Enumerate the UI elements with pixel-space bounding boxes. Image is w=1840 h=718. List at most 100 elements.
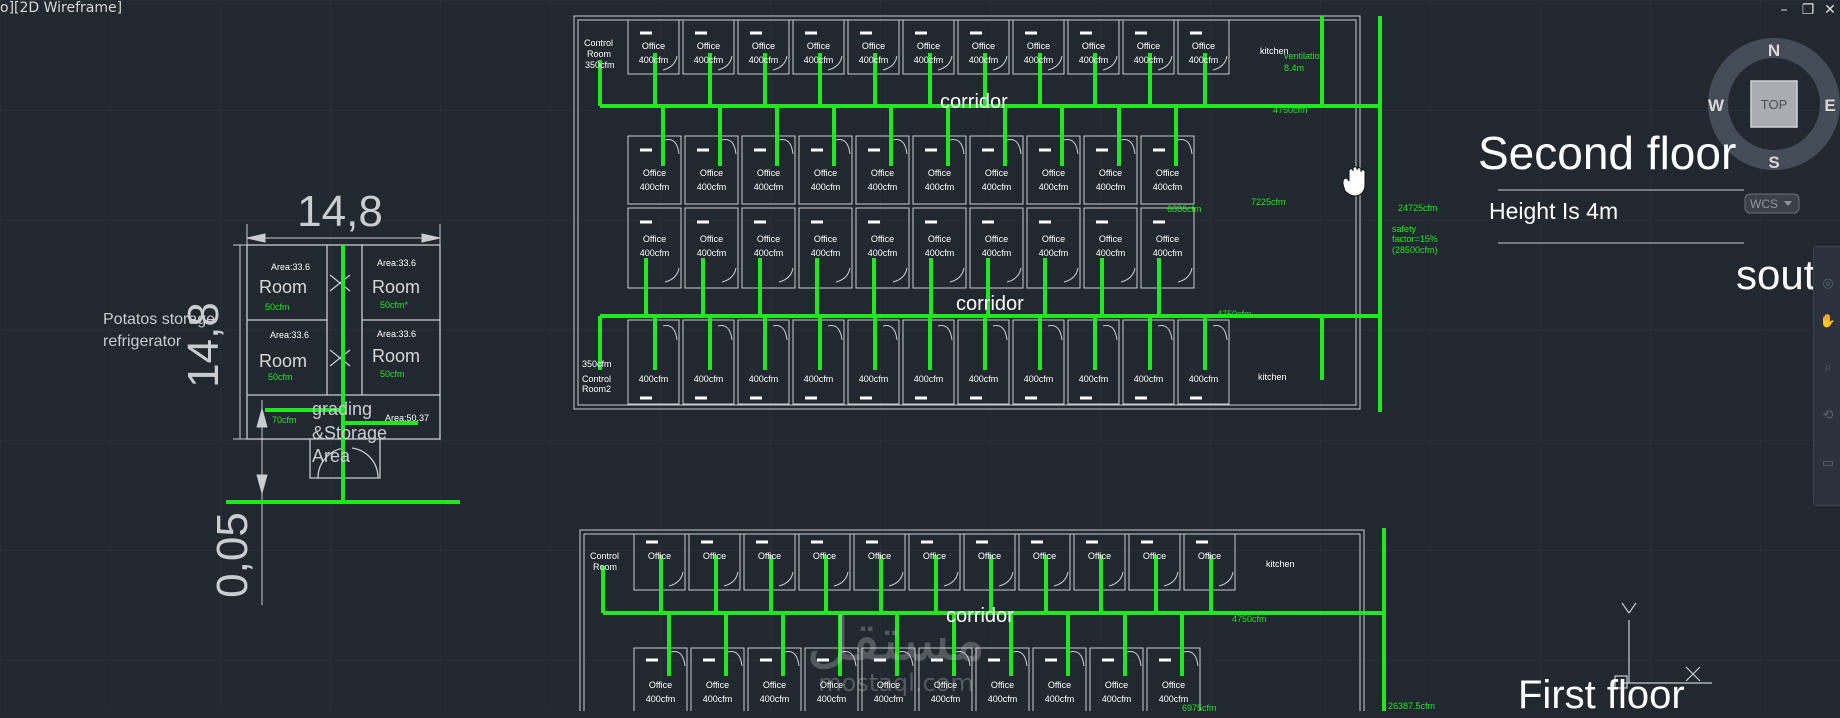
office-label: Office — [1088, 551, 1111, 561]
grading-label: Area — [312, 446, 351, 466]
branch-flow-label: 6886cfm — [1167, 204, 1202, 214]
pan-icon[interactable]: ✋ — [1819, 313, 1837, 331]
office-flow: 400cfm — [703, 694, 733, 704]
office-label: Office — [1198, 551, 1221, 561]
office-flow: 400cfm — [1096, 182, 1126, 192]
office-label: Office — [648, 551, 671, 561]
office-label: Office — [868, 551, 891, 561]
office-label: Office — [703, 551, 726, 561]
office-flow: 400cfm — [697, 182, 727, 192]
office-flow: 400cfm — [760, 694, 790, 704]
office-label: Office — [758, 551, 781, 561]
office-flow: 400cfm — [639, 374, 669, 384]
navigation-bar[interactable]: ◎ ✋ ⌕ ⟲ ▭ — [1813, 246, 1840, 506]
office-flow: 400cfm — [988, 694, 1018, 704]
office-flow: 400cfm — [754, 182, 784, 192]
ventilation-label: 8.4m — [1284, 63, 1304, 73]
office-label: Office — [814, 168, 837, 178]
orbit-icon[interactable]: ⟲ — [1819, 407, 1837, 425]
watermark: مستقل mostaql.com — [806, 605, 986, 697]
viewport-label[interactable]: o][2D Wireframe] — [0, 0, 122, 16]
control-room-label: Room2 — [582, 384, 611, 394]
office-flow: 400cfm — [914, 374, 944, 384]
room-name: Room — [372, 277, 420, 297]
zoom-icon[interactable]: ⌕ — [1819, 359, 1837, 377]
office-label: Office — [1137, 41, 1160, 51]
branch-flow-label: 4750cfm — [1273, 105, 1308, 115]
compass-east[interactable]: E — [1824, 96, 1835, 115]
branch-flow-label: 7225cfm — [1251, 197, 1286, 207]
restore-button[interactable]: ❐ — [1800, 2, 1816, 18]
branch-flow-label: 6975cfm — [1182, 703, 1217, 711]
wcs-label: WCS — [1750, 197, 1778, 211]
height-note: Height Is 4m — [1489, 198, 1619, 224]
office-label: Office — [814, 234, 837, 244]
svg-text:مستقل: مستقل — [806, 605, 986, 675]
office-label: Office — [1033, 551, 1056, 561]
office-flow: 400cfm — [1134, 374, 1164, 384]
office-flow: 400cfm — [640, 182, 670, 192]
grading-label: &Storage — [312, 423, 387, 443]
office-flow: 400cfm — [1024, 374, 1054, 384]
control-room-label: Control — [590, 551, 619, 561]
office-flow: 400cfm — [982, 182, 1012, 192]
office-flow: 400cfm — [925, 182, 955, 192]
office-label: Office — [928, 168, 951, 178]
office-label: Office — [978, 551, 1001, 561]
control-room-flow: 350cfm — [585, 60, 615, 70]
office-label: Office — [1192, 41, 1215, 51]
main-flow-label: 26387.5cfm — [1388, 701, 1435, 711]
office-label: Office — [1082, 41, 1105, 51]
office-flow: 400cfm — [1153, 248, 1183, 258]
storage-width-dimension: 14,8 — [297, 187, 383, 236]
office-label: Office — [1042, 168, 1065, 178]
minimize-button[interactable]: – — [1776, 2, 1792, 18]
room-name: Room — [259, 277, 307, 297]
kitchen-label: kitchen — [1266, 559, 1295, 569]
first-floor-title: First floor — [1518, 673, 1685, 717]
office-label: Office — [1143, 551, 1166, 561]
room-area: Area:33.6 — [377, 329, 416, 339]
office-label: Office — [923, 551, 946, 561]
office-label: Office — [1105, 680, 1128, 690]
office-label: Office — [928, 234, 951, 244]
storage-caption: refrigerator — [103, 333, 182, 350]
office-label: Office — [985, 234, 1008, 244]
office-flow: 400cfm — [1189, 55, 1219, 65]
compass-south[interactable]: S — [1768, 153, 1779, 172]
corridor-label: corridor — [956, 293, 1024, 315]
office-flow: 400cfm — [754, 248, 784, 258]
office-flow: 400cfm — [969, 374, 999, 384]
office-flow: 400cfm — [914, 55, 944, 65]
showmotion-icon[interactable]: ▭ — [1819, 455, 1837, 473]
compass-west[interactable]: W — [1708, 96, 1725, 115]
office-flow: 400cfm — [1102, 694, 1132, 704]
office-flow: 400cfm — [694, 55, 724, 65]
grading-flow: 70cfm — [272, 415, 297, 425]
room-flow: 50cfm* — [380, 300, 409, 310]
office-flow: 400cfm — [1079, 55, 1109, 65]
office-label: Office — [757, 234, 780, 244]
office-label: Office — [1048, 680, 1071, 690]
office-label: Office — [1156, 234, 1179, 244]
office-flow: 400cfm — [859, 55, 889, 65]
branch-flow-label: 4750cfm — [1217, 309, 1252, 319]
office-flow: 400cfm — [1039, 182, 1069, 192]
compass-north[interactable]: N — [1768, 41, 1780, 60]
storage-caption: Potatos storage — [103, 311, 215, 328]
close-button[interactable]: ✕ — [1822, 2, 1838, 18]
grading-label: grading — [312, 399, 372, 419]
office-label: Office — [1027, 41, 1050, 51]
office-flow: 400cfm — [859, 374, 889, 384]
steering-wheel-icon[interactable]: ◎ — [1819, 275, 1837, 293]
control-room-label: Control — [584, 38, 613, 48]
office-label: Office — [697, 41, 720, 51]
room-area: Area:33.6 — [271, 262, 310, 272]
office-flow: 400cfm — [868, 182, 898, 192]
drawing-canvas[interactable]: Office 400cfm Office 400cfm Office 400cfm Offi… — [0, 0, 1840, 711]
office-flow: 400cfm — [1024, 55, 1054, 65]
office-label: Office — [871, 234, 894, 244]
office-label: Office — [862, 41, 885, 51]
office-flow: 400cfm — [694, 374, 724, 384]
office-label: Office — [649, 680, 672, 690]
